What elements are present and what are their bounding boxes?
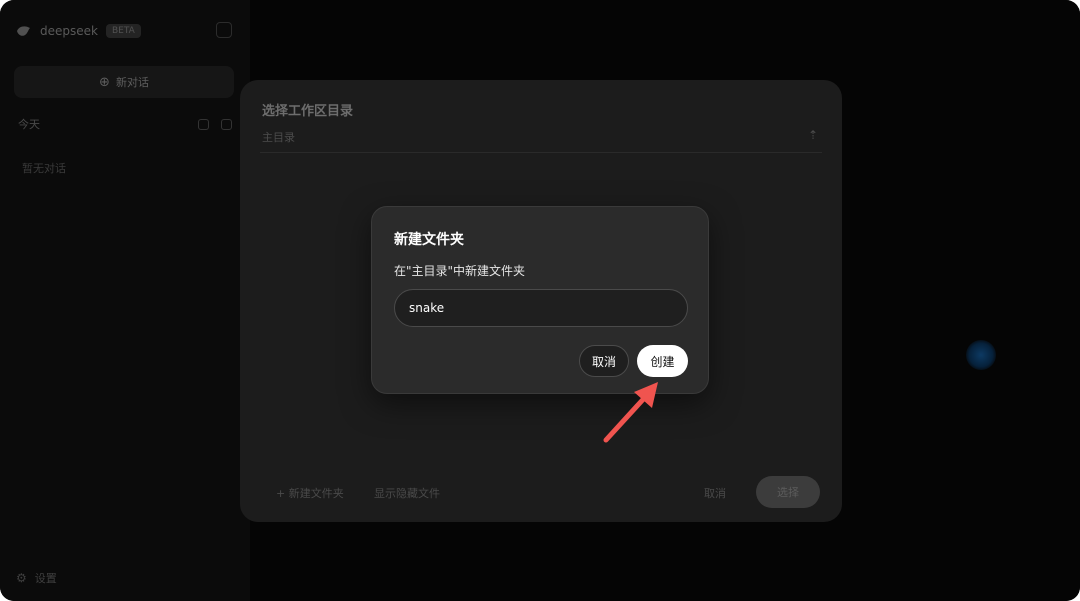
- new-chat-button[interactable]: ⊕ 新对话: [14, 66, 234, 98]
- beta-badge: BETA: [105, 24, 141, 38]
- settings-label: 设置: [34, 572, 57, 585]
- gear-icon: ⚙: [16, 571, 27, 585]
- empty-history-hint: 暂无对话: [22, 162, 66, 175]
- search-icon[interactable]: [221, 118, 232, 130]
- new-folder-dialog: 新建文件夹 在"主目录"中新建文件夹 取消 创建: [371, 206, 709, 394]
- cancel-button[interactable]: 取消: [579, 345, 629, 377]
- directory-path: 主目录: [262, 131, 295, 144]
- sidebar-collapse-icon[interactable]: [216, 22, 232, 38]
- new-chat-label: 新对话: [115, 76, 149, 89]
- new-folder-dialog-title: 新建文件夹: [394, 232, 464, 248]
- divider: [260, 152, 822, 153]
- history-section-header: 今天: [18, 116, 232, 132]
- sidebar: deepseek BETA ⊕ 新对话 今天 暂无对话 ⚙ 设置: [0, 0, 250, 601]
- settings-button[interactable]: ⚙ 设置: [16, 570, 57, 586]
- directory-confirm-button[interactable]: 选择: [756, 476, 820, 508]
- app-window: deepseek BETA ⊕ 新对话 今天 暂无对话 ⚙ 设置 选择工作区目录…: [0, 0, 1080, 601]
- annotation-arrow-icon: [603, 382, 658, 443]
- history-section-label: 今天: [18, 118, 40, 131]
- brand: deepseek BETA: [16, 24, 141, 38]
- folder-name-input[interactable]: [394, 289, 688, 327]
- status-orb-icon: [966, 340, 996, 370]
- create-button[interactable]: 创建: [637, 345, 688, 377]
- arrow-up-icon[interactable]: ⇡: [808, 128, 818, 142]
- new-folder-link[interactable]: + 新建文件夹: [276, 485, 344, 501]
- directory-dialog-title: 选择工作区目录: [262, 104, 354, 119]
- history-section-actions: [198, 118, 232, 130]
- brand-name: deepseek: [40, 24, 98, 38]
- show-hidden-files-toggle[interactable]: 显示隐藏文件: [374, 485, 440, 501]
- directory-cancel-button[interactable]: 取消: [704, 485, 726, 501]
- folder-icon[interactable]: [198, 118, 209, 130]
- new-folder-dialog-description: 在"主目录"中新建文件夹: [394, 264, 526, 278]
- whale-logo-icon: [17, 26, 30, 36]
- plus-icon: ⊕: [99, 74, 110, 90]
